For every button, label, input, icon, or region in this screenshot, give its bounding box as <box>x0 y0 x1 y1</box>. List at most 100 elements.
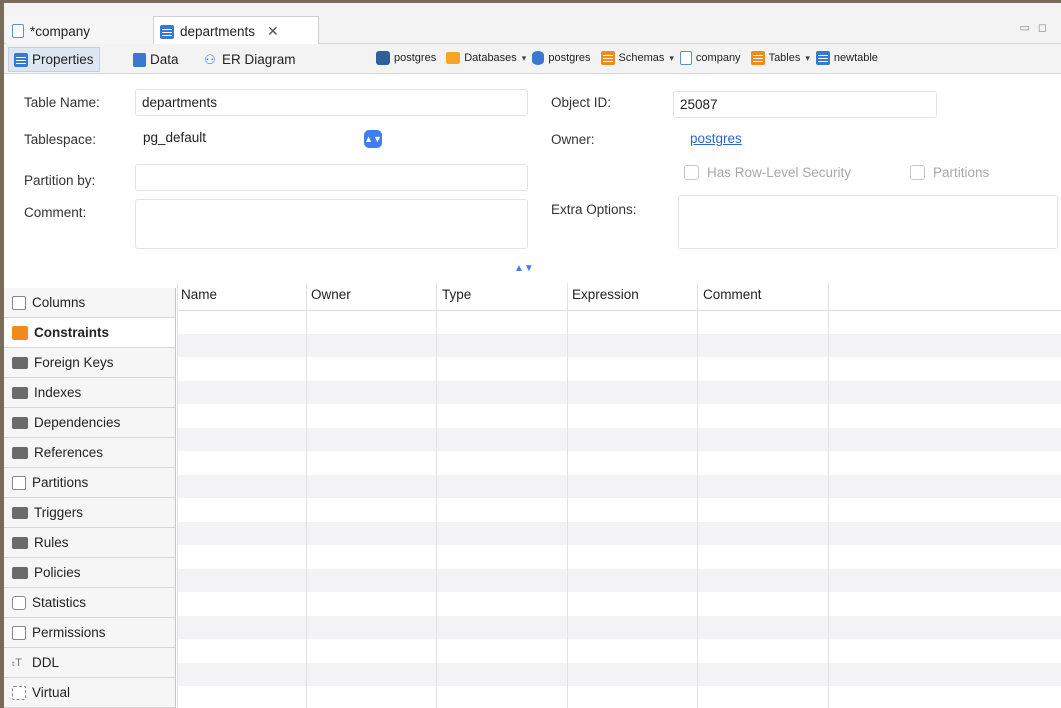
partition-by-field[interactable] <box>135 164 528 191</box>
column-divider <box>828 283 829 708</box>
owner-label: Owner: <box>551 132 595 147</box>
properties-sidebar: Columns Constraints Foreign Keys Indexes… <box>4 288 176 708</box>
sidebar-item-references[interactable]: References <box>4 438 175 468</box>
owner-link[interactable]: postgres <box>690 131 742 146</box>
column-header-expression[interactable]: Expression <box>572 287 639 302</box>
table-name-label: Table Name: <box>24 95 100 110</box>
sidebar-item-label: Policies <box>34 565 81 580</box>
ddl-icon: ₜT <box>12 656 22 669</box>
has-rls-checkbox[interactable]: Has Row-Level Security <box>684 165 851 180</box>
tables-icon <box>750 51 765 65</box>
columns-icon <box>12 295 26 310</box>
table-row[interactable] <box>177 569 1061 592</box>
sidebar-item-label: DDL <box>32 655 60 670</box>
subtab-data[interactable]: Data <box>128 47 184 72</box>
tab-company[interactable]: *company <box>6 16 154 46</box>
checkbox-icon <box>910 165 925 180</box>
subtab-properties[interactable]: Properties <box>8 47 100 72</box>
comment-field[interactable] <box>135 199 528 249</box>
table-row[interactable] <box>177 334 1061 357</box>
grid-header: Name Owner Type Expression Comment <box>177 275 1061 311</box>
sidebar-item-label: Statistics <box>32 595 87 610</box>
breadcrumb-item[interactable]: postgres <box>394 52 436 64</box>
tablespace-label: Tablespace: <box>24 132 97 147</box>
database-icon <box>532 51 545 65</box>
window-controls[interactable]: ▭◻ <box>1019 21 1055 34</box>
sidebar-item-label: Triggers <box>34 505 84 520</box>
table-row[interactable] <box>177 475 1061 498</box>
virtual-icon <box>12 685 26 700</box>
maximize-icon[interactable]: ◻ <box>1038 22 1055 34</box>
column-header-name[interactable]: Name <box>181 287 217 302</box>
partitions-checkbox-label: Partitions <box>933 165 990 180</box>
close-icon[interactable]: ✕ <box>267 23 279 40</box>
column-divider <box>567 283 568 708</box>
sidebar-item-triggers[interactable]: Triggers <box>4 498 175 528</box>
table-row[interactable] <box>177 381 1061 404</box>
chevron-down-icon[interactable]: ▾ <box>669 53 674 64</box>
has-rls-label: Has Row-Level Security <box>707 165 852 180</box>
folder-icon <box>12 356 28 369</box>
data-icon <box>133 52 146 67</box>
table-row[interactable] <box>177 616 1061 639</box>
breadcrumb-item[interactable]: company <box>696 52 741 64</box>
sidebar-item-dependencies[interactable]: Dependencies <box>4 408 175 438</box>
dropdown-arrow-icon: ▲▼ <box>364 130 382 148</box>
extra-options-field[interactable] <box>678 195 1058 249</box>
tablespace-select[interactable]: pg_default ▲▼ <box>135 127 386 151</box>
permissions-icon <box>12 625 26 640</box>
column-header-type[interactable]: Type <box>442 287 471 302</box>
collapse-toggle-icon[interactable]: ▲▼ <box>514 263 534 274</box>
checkbox-icon <box>684 165 699 180</box>
sidebar-item-partitions[interactable]: Partitions <box>4 468 175 498</box>
sidebar-item-rules[interactable]: Rules <box>4 528 175 558</box>
table-icon <box>160 24 174 39</box>
tab-departments[interactable]: departments ✕ <box>154 16 319 46</box>
partition-by-label: Partition by: <box>24 173 96 188</box>
sidebar-item-label: Dependencies <box>34 415 121 430</box>
breadcrumb-item[interactable]: postgres <box>548 52 590 64</box>
sidebar-item-policies[interactable]: Policies <box>4 558 175 588</box>
sidebar-item-constraints[interactable]: Constraints <box>4 318 175 348</box>
table-name-field[interactable]: departments <box>135 89 528 116</box>
sidebar-item-label: Constraints <box>34 325 110 340</box>
sidebar-item-permissions[interactable]: Permissions <box>4 618 175 648</box>
table-row[interactable] <box>177 428 1061 451</box>
subtab-er-diagram[interactable]: ⚇ ER Diagram <box>197 47 301 72</box>
sidebar-item-ddl[interactable]: ₜT DDL <box>4 648 175 678</box>
table-row[interactable] <box>177 522 1061 545</box>
sidebar-item-label: Rules <box>34 535 69 550</box>
extra-options-label: Extra Options: <box>551 202 637 217</box>
chevron-down-icon[interactable]: ▾ <box>522 53 527 64</box>
doc-icon <box>12 24 24 38</box>
breadcrumb-item[interactable]: Databases <box>464 52 517 64</box>
breadcrumb-item[interactable]: newtable <box>834 52 878 64</box>
partitions-icon <box>12 475 26 490</box>
sidebar-item-indexes[interactable]: Indexes <box>4 378 175 408</box>
chevron-down-icon[interactable]: ▾ <box>805 53 810 64</box>
table-icon <box>14 52 28 67</box>
column-divider <box>697 283 698 708</box>
info-icon <box>12 595 26 610</box>
breadcrumb-item[interactable]: Tables <box>769 52 801 64</box>
sidebar-item-label: Indexes <box>34 385 82 400</box>
folder-icon <box>12 386 28 399</box>
table-row[interactable] <box>177 663 1061 686</box>
folder-icon <box>12 416 28 429</box>
constraints-grid[interactable]: Name Owner Type Expression Comment <box>177 275 1061 708</box>
comment-label: Comment: <box>24 205 87 220</box>
tab-label: departments <box>180 24 256 39</box>
sidebar-item-statistics[interactable]: Statistics <box>4 588 175 618</box>
partitions-checkbox[interactable]: Partitions <box>910 165 989 180</box>
column-header-comment[interactable]: Comment <box>703 287 762 302</box>
sidebar-item-label: References <box>34 445 104 460</box>
object-id-field[interactable]: 25087 <box>673 91 937 118</box>
table-icon <box>815 51 830 65</box>
sidebar-item-columns[interactable]: Columns <box>4 288 175 318</box>
sidebar-item-virtual[interactable]: Virtual <box>4 678 175 708</box>
minimize-icon[interactable]: ▭ <box>1019 22 1037 34</box>
column-header-owner[interactable]: Owner <box>311 287 351 302</box>
breadcrumb-item[interactable]: Schemas <box>619 52 665 64</box>
sidebar-item-label: Virtual <box>32 685 71 700</box>
sidebar-item-foreign-keys[interactable]: Foreign Keys <box>4 348 175 378</box>
